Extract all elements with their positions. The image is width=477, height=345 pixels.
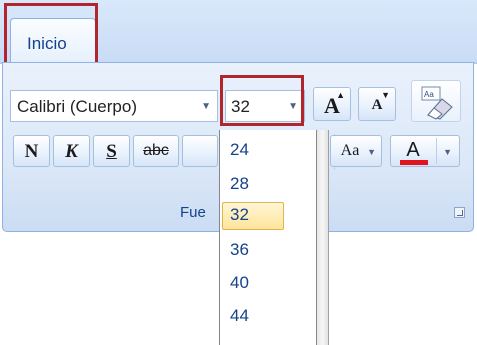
split-separator bbox=[436, 138, 437, 164]
svg-text:Aa: Aa bbox=[424, 90, 434, 99]
font-color-button[interactable]: A ▼ bbox=[390, 135, 460, 167]
tab-inicio-label: Inicio bbox=[27, 34, 67, 53]
dropdown-item-32[interactable]: 32 bbox=[222, 202, 284, 230]
font-color-swatch bbox=[400, 160, 428, 165]
font-size-dropdown-list: 24 28 32 36 40 44 bbox=[219, 130, 317, 345]
dropdown-item-28[interactable]: 28 bbox=[222, 171, 284, 199]
arrow-up-icon: ▲ bbox=[336, 90, 345, 100]
dropdown-item-40[interactable]: 40 bbox=[222, 270, 284, 298]
dropdown-item-36[interactable]: 36 bbox=[222, 237, 284, 265]
underline-button[interactable]: S bbox=[93, 135, 130, 167]
dropdown-scrollbar[interactable] bbox=[317, 130, 329, 345]
bold-icon: N bbox=[24, 141, 39, 162]
font-name-value: Calibri (Cuerpo) bbox=[17, 97, 137, 116]
chevron-down-icon[interactable]: ▼ bbox=[288, 101, 298, 112]
dialog-launcher-icon[interactable] bbox=[454, 207, 465, 218]
font-size-combo[interactable]: 32 ▼ bbox=[225, 90, 305, 122]
underline-icon: S bbox=[106, 141, 117, 162]
arrow-down-icon: ▼ bbox=[381, 90, 390, 100]
strikethrough-icon: abc bbox=[143, 142, 169, 159]
font-color-icon: A bbox=[406, 139, 420, 161]
strikethrough-button[interactable]: abc bbox=[133, 135, 179, 167]
chevron-down-icon[interactable]: ▼ bbox=[201, 101, 211, 112]
subscript-button[interactable] bbox=[182, 135, 218, 167]
font-size-value: 32 bbox=[231, 97, 250, 116]
chevron-down-icon[interactable]: ▼ bbox=[367, 147, 376, 157]
change-case-icon: Aa bbox=[340, 142, 360, 159]
dropdown-item-24[interactable]: 24 bbox=[222, 137, 284, 165]
change-case-button[interactable]: Aa ▼ bbox=[330, 135, 382, 167]
grow-font-button[interactable]: A ▲ bbox=[313, 87, 351, 121]
dropdown-item-44[interactable]: 44 bbox=[222, 303, 284, 331]
italic-button[interactable]: K bbox=[53, 135, 90, 167]
eraser-icon: Aa bbox=[421, 86, 453, 120]
italic-icon: K bbox=[65, 141, 78, 162]
font-group-label: Fue bbox=[180, 204, 206, 221]
shrink-font-button[interactable]: A ▼ bbox=[358, 87, 396, 121]
bold-button[interactable]: N bbox=[13, 135, 50, 167]
tab-inicio[interactable]: Inicio bbox=[10, 18, 96, 62]
font-name-combo[interactable]: Calibri (Cuerpo) ▼ bbox=[10, 90, 218, 122]
chevron-down-icon[interactable]: ▼ bbox=[443, 147, 452, 157]
clear-formatting-button[interactable]: Aa bbox=[411, 80, 461, 122]
